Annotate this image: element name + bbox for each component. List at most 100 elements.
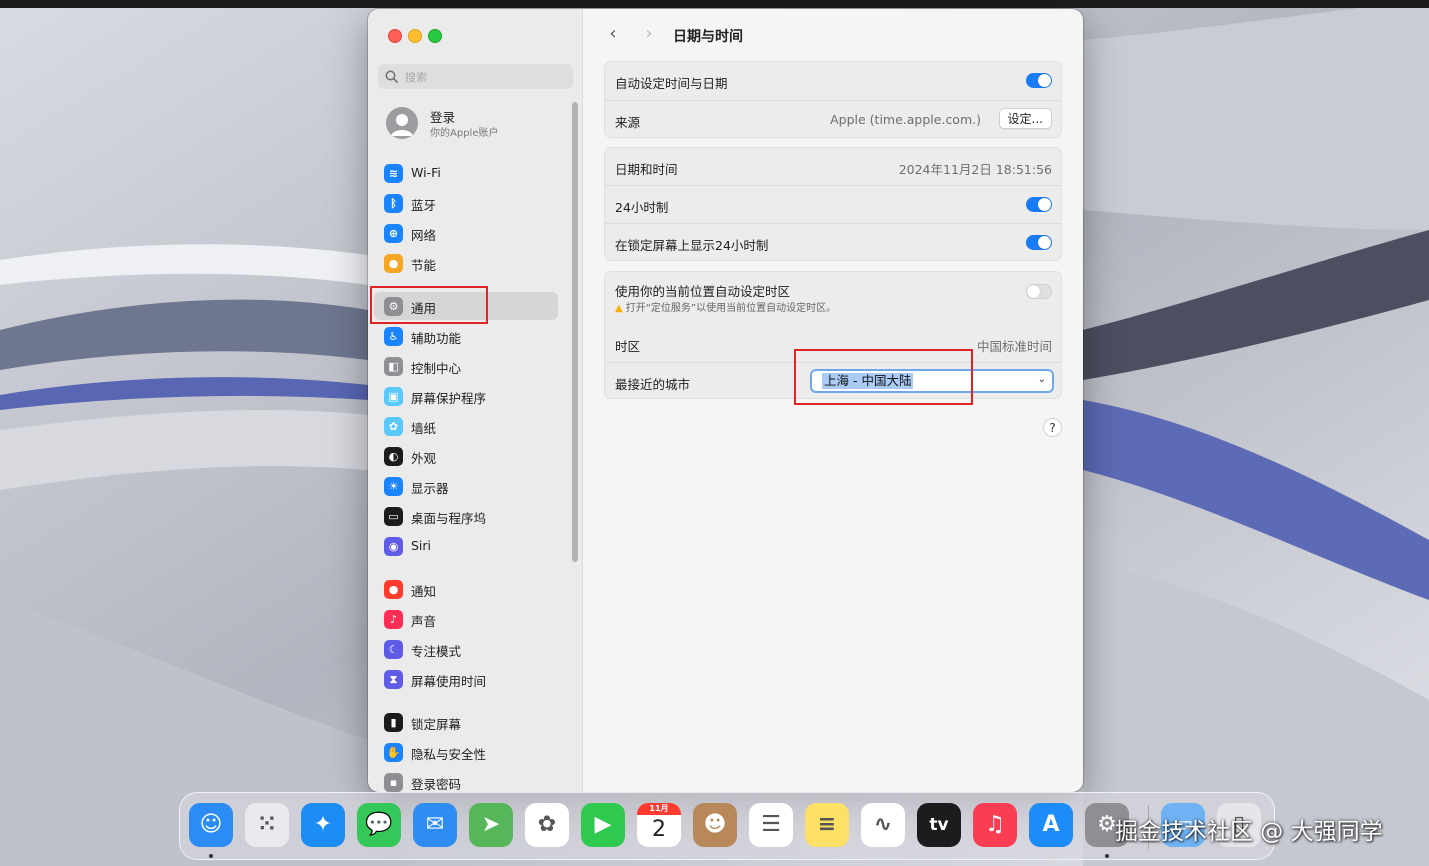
control-center-icon: ◧ bbox=[384, 357, 403, 376]
dock-safari[interactable]: ✦ bbox=[301, 803, 345, 847]
accessibility-icon: ♿ bbox=[384, 327, 403, 346]
sidebar-item-1-2[interactable]: ◧ 控制中心 bbox=[374, 352, 558, 380]
dock-maps[interactable]: ➤ bbox=[469, 803, 513, 847]
app-store-icon: A bbox=[1042, 812, 1060, 837]
dock-photos[interactable]: ✿ bbox=[525, 803, 569, 847]
sidebar-item-2-0[interactable]: ● 通知 bbox=[374, 575, 558, 603]
lock-icon: ▮ bbox=[384, 713, 403, 732]
dock-app-store[interactable]: A bbox=[1029, 803, 1073, 847]
help-button[interactable]: ? bbox=[1043, 418, 1062, 437]
calendar-day: 2 bbox=[652, 817, 666, 842]
tv-icon: tv bbox=[929, 815, 949, 835]
account-subtitle: 你的Apple账户 bbox=[430, 128, 499, 139]
lock-hour24-label: 在锁定屏幕上显示24小时制 bbox=[615, 238, 769, 253]
sidebar-item-0-3[interactable]: ● 节能 bbox=[374, 249, 558, 277]
sidebar-item-label: 专注模式 bbox=[411, 644, 462, 659]
sidebar-item-label: 屏幕使用时间 bbox=[411, 674, 487, 689]
dock-facetime[interactable]: ▶ bbox=[581, 803, 625, 847]
calendar-month: 11月 bbox=[637, 803, 681, 815]
source-label: 来源 bbox=[615, 115, 641, 130]
sidebar-scrollbar[interactable] bbox=[572, 102, 578, 562]
close-button[interactable] bbox=[388, 29, 402, 43]
sidebar-item-label: 墙纸 bbox=[411, 421, 437, 436]
sidebar-item-label: 屏幕保护程序 bbox=[411, 391, 487, 406]
photos-icon: ✿ bbox=[537, 812, 557, 837]
dock-notes[interactable]: ≡ bbox=[805, 803, 849, 847]
dock-mail[interactable]: ✉ bbox=[413, 803, 457, 847]
sidebar-item-0-1[interactable]: ᛒ 蓝牙 bbox=[374, 189, 558, 217]
sidebar-item-label: 隐私与安全性 bbox=[411, 747, 487, 762]
auto-time-group: 自动设定时间与日期 来源 Apple (time.apple.com.) 设定.… bbox=[604, 61, 1062, 138]
hourglass-icon: ⧗ bbox=[384, 670, 403, 689]
sidebar-item-3-1[interactable]: ✋ 隐私与安全性 bbox=[374, 738, 558, 766]
dock-freeform[interactable]: ∿ bbox=[861, 803, 905, 847]
minimize-button[interactable] bbox=[408, 29, 422, 43]
sidebar-item-2-1[interactable]: ♪ 声音 bbox=[374, 605, 558, 633]
sidebar-item-3-0[interactable]: ▮ 锁定屏幕 bbox=[374, 708, 558, 736]
sidebar-item-1-0[interactable]: ⚙ 通用 bbox=[374, 292, 558, 320]
facetime-icon: ▶ bbox=[594, 812, 612, 837]
menu-bar bbox=[0, 0, 1429, 8]
sidebar-item-label: 辅助功能 bbox=[411, 331, 462, 346]
back-button[interactable]: ‹ bbox=[603, 25, 623, 45]
mail-icon: ✉ bbox=[425, 812, 445, 837]
timezone-label: 时区 bbox=[615, 339, 641, 354]
search-input[interactable] bbox=[403, 67, 567, 88]
city-select-value: 上海 - 中国大陆 bbox=[822, 373, 914, 389]
bell-icon: ● bbox=[384, 580, 403, 599]
speaker-icon: ♪ bbox=[384, 610, 403, 629]
sidebar-item-2-2[interactable]: ☾ 专注模式 bbox=[374, 635, 558, 663]
sidebar-item-1-7[interactable]: ▭ 桌面与程序坞 bbox=[374, 502, 558, 530]
dock-contacts[interactable]: ☻ bbox=[693, 803, 737, 847]
warning-icon: ▲ bbox=[615, 303, 623, 314]
sidebar-item-label: 登录密码 bbox=[411, 777, 462, 792]
contacts-icon: ☻ bbox=[703, 812, 727, 837]
lock-hour24-toggle[interactable] bbox=[1026, 235, 1052, 250]
sidebar-item-1-1[interactable]: ♿ 辅助功能 bbox=[374, 322, 558, 350]
sidebar-item-0-2[interactable]: ⊕ 网络 bbox=[374, 219, 558, 247]
page-title: 日期与时间 bbox=[673, 29, 743, 45]
sidebar-item-label: 通用 bbox=[411, 301, 437, 316]
dock-finder[interactable]: ☺ bbox=[189, 803, 233, 847]
dock-messages[interactable]: 💬 bbox=[357, 803, 401, 847]
datetime-row: 日期和时间 2024年11月2日 18:51:56 bbox=[605, 148, 1061, 185]
source-value: Apple (time.apple.com.) bbox=[830, 112, 981, 127]
sidebar-item-1-8[interactable]: ◉ Siri bbox=[374, 532, 558, 560]
sidebar-item-2-3[interactable]: ⧗ 屏幕使用时间 bbox=[374, 665, 558, 693]
dock-launchpad[interactable]: ⁙ bbox=[245, 803, 289, 847]
sidebar-item-1-3[interactable]: ▣ 屏幕保护程序 bbox=[374, 382, 558, 410]
launchpad-icon: ⁙ bbox=[257, 812, 277, 837]
sidebar-item-label: 桌面与程序坞 bbox=[411, 511, 487, 526]
notes-icon: ≡ bbox=[817, 812, 837, 837]
freeform-icon: ∿ bbox=[873, 812, 893, 837]
zoom-button[interactable] bbox=[428, 29, 442, 43]
dock-calendar[interactable]: 11月 2 bbox=[637, 803, 681, 847]
sidebar-item-1-5[interactable]: ◐ 外观 bbox=[374, 442, 558, 470]
siri-icon: ◉ bbox=[384, 537, 403, 556]
person-icon bbox=[391, 114, 413, 136]
dock-music[interactable]: ♫ bbox=[973, 803, 1017, 847]
sidebar-item-1-4[interactable]: ✿ 墙纸 bbox=[374, 412, 558, 440]
avatar bbox=[386, 107, 418, 139]
dock-reminders[interactable]: ☰ bbox=[749, 803, 793, 847]
auto-timezone-toggle[interactable] bbox=[1026, 284, 1052, 299]
sidebar: 登录 你的Apple账户 ≋ Wi-Fi ᛒ 蓝牙 ⊕ 网络 ● 节能 ⚙ 通用 ♿ 辅助功能 ◧ 控制中… bbox=[368, 9, 583, 792]
chevron-down-icon: ⌄ bbox=[1037, 374, 1046, 385]
sidebar-item-label: 蓝牙 bbox=[411, 198, 437, 213]
hour24-toggle[interactable] bbox=[1026, 197, 1052, 212]
sidebar-item-0-0[interactable]: ≋ Wi-Fi bbox=[374, 159, 558, 187]
maps-icon: ➤ bbox=[481, 812, 501, 837]
auto-time-toggle[interactable] bbox=[1026, 73, 1052, 88]
city-select[interactable]: 上海 - 中国大陆 ⌄ bbox=[810, 369, 1054, 393]
sidebar-item-1-6[interactable]: ☀ 显示器 bbox=[374, 472, 558, 500]
reminders-icon: ☰ bbox=[761, 812, 781, 837]
dock-tv[interactable]: tv bbox=[917, 803, 961, 847]
sidebar-item-3-2[interactable]: ▪ 登录密码 bbox=[374, 768, 558, 792]
sidebar-item-label: 锁定屏幕 bbox=[411, 717, 462, 732]
auto-timezone-row: 使用你的当前位置自动设定时区 ▲ 打开“定位服务”以使用当前位置自动设定时区。 bbox=[605, 272, 1061, 323]
screensaver-icon: ▣ bbox=[384, 387, 403, 406]
apple-account[interactable]: 登录 你的Apple账户 bbox=[386, 107, 576, 141]
set-source-button[interactable]: 设定... bbox=[998, 108, 1052, 129]
wifi-icon: ≋ bbox=[384, 164, 403, 183]
forward-button[interactable]: › bbox=[639, 25, 659, 45]
